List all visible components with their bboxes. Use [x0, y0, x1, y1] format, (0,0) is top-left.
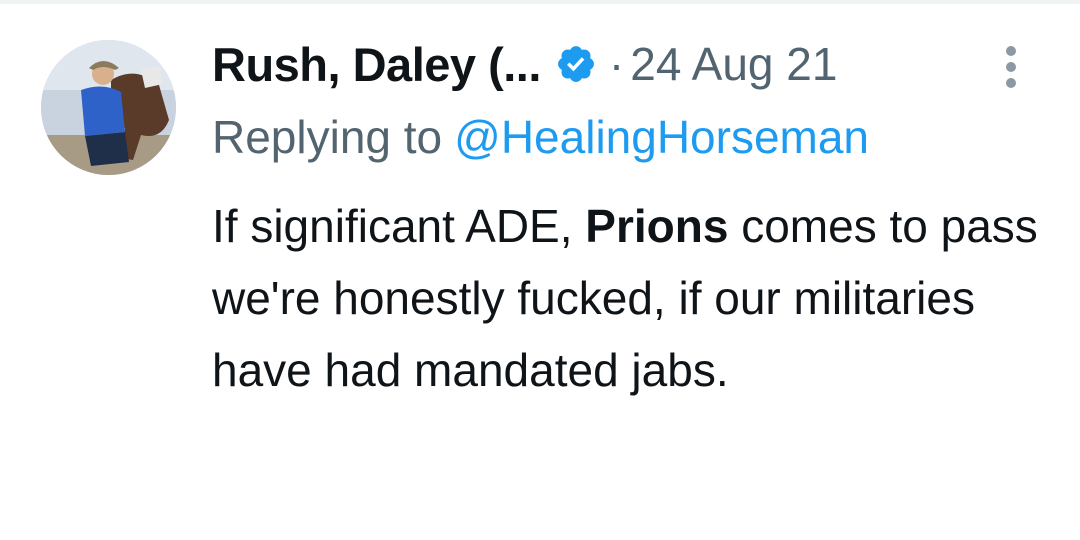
tweet-header: Rush, Daley (... · 24 Aug 21 — [212, 34, 837, 94]
avatar[interactable] — [41, 40, 176, 175]
replying-to-label: Replying to — [212, 111, 443, 163]
replying-to: Replying to @HealingHorseman — [212, 110, 869, 164]
tweet-text-part1: If significant ADE, — [212, 200, 586, 252]
avatar-image — [41, 40, 176, 175]
verified-badge-icon — [555, 43, 597, 85]
more-vertical-icon-dot — [1006, 62, 1016, 72]
timestamp[interactable]: 24 Aug 21 — [630, 37, 837, 91]
display-name[interactable]: Rush, Daley (... — [212, 37, 541, 92]
separator-dot: · — [608, 38, 625, 90]
more-vertical-icon-dot — [1006, 78, 1016, 88]
reply-handle-link[interactable]: @HealingHorseman — [454, 111, 869, 163]
tweet-text: If significant ADE, Prions comes to pass… — [212, 190, 1042, 406]
tweet[interactable]: Rush, Daley (... · 24 Aug 21 Replying to… — [0, 0, 1080, 540]
more-options-button[interactable] — [996, 44, 1026, 90]
more-vertical-icon-dot — [1006, 46, 1016, 56]
tweet-text-bold: Prions — [585, 200, 729, 252]
